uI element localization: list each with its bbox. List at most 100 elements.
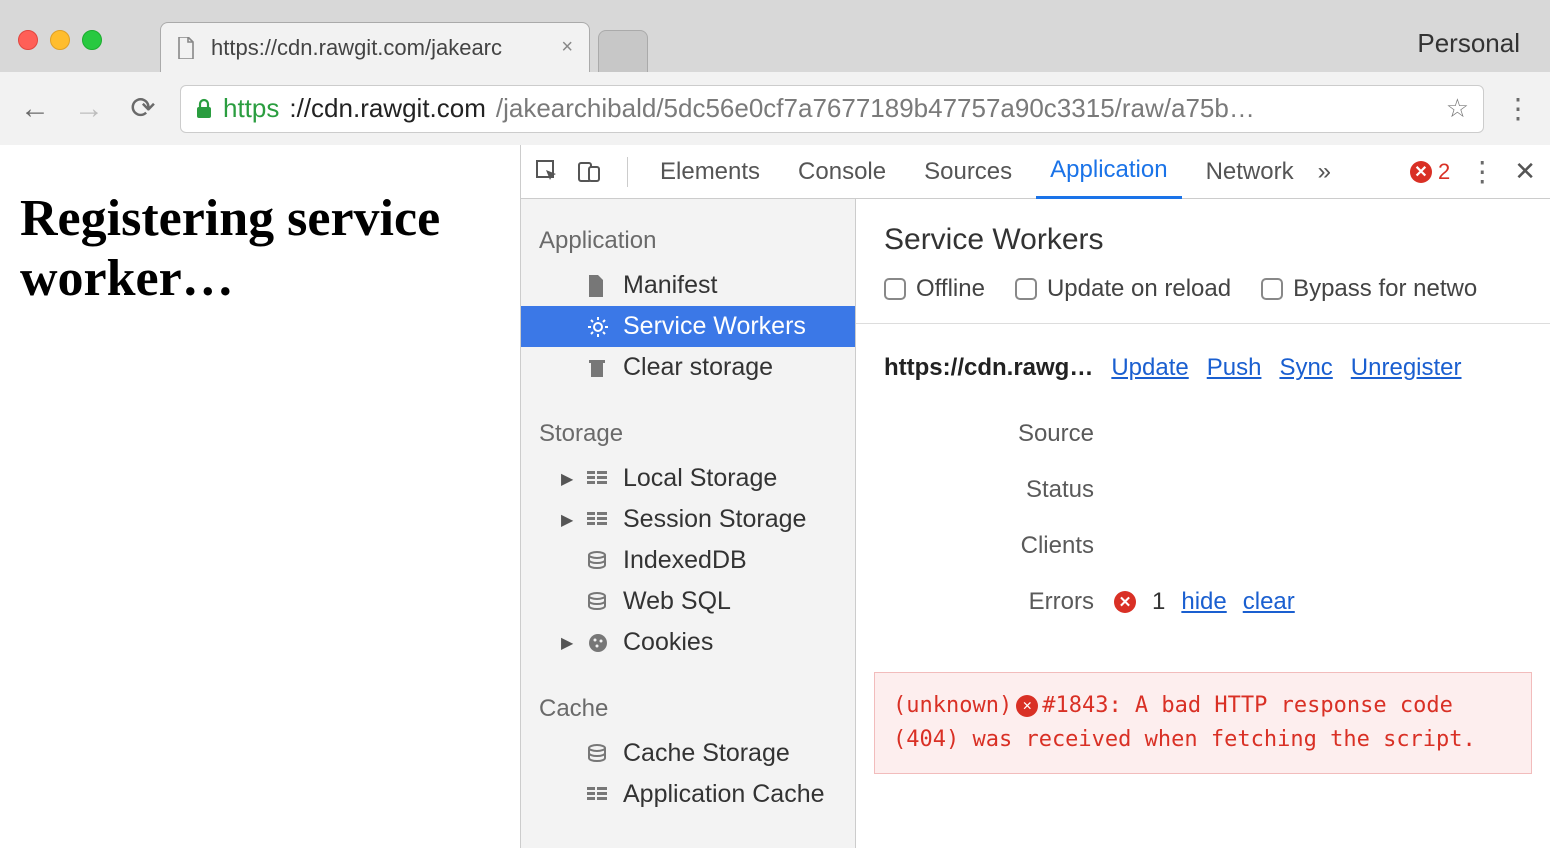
errors-count: 1 [1152,588,1165,616]
tab-application[interactable]: Application [1036,145,1181,199]
sidebar-item-indexeddb[interactable]: IndexedDB [521,540,855,581]
sidebar-item-cache-storage[interactable]: Cache Storage [521,733,855,774]
error-icon: ✕ [1016,695,1038,717]
sidebar-item-clear-storage[interactable]: Clear storage [521,347,855,388]
cookie-icon [587,632,611,654]
back-button[interactable]: ← [18,92,52,126]
content-area: Registering service worker… Elements Con… [0,145,1550,848]
hide-errors-link[interactable]: hide [1181,588,1226,616]
update-on-reload-checkbox[interactable]: Update on reload [1015,275,1231,303]
clients-row: Clients [884,518,1522,574]
sidebar-item-local-storage[interactable]: ▶ Local Storage [521,458,855,499]
tab-title: https://cdn.rawgit.com/jakearc [211,35,502,61]
tab-console[interactable]: Console [784,145,900,199]
minimize-window-button[interactable] [50,30,70,50]
forward-button[interactable]: → [72,92,106,126]
grid-icon [587,787,611,803]
tab-strip: https://cdn.rawgit.com/jakearc × Persona… [0,0,1550,72]
sidebar-item-label: Cache Storage [623,739,790,768]
sw-origin: https://cdn.rawg… [884,354,1093,382]
chevron-right-icon: ▶ [561,510,575,530]
update-link[interactable]: Update [1111,354,1188,382]
new-tab-button[interactable] [598,30,648,72]
clear-errors-link[interactable]: clear [1243,588,1295,616]
maximize-window-button[interactable] [82,30,102,50]
error-icon: ✕ [1114,591,1136,613]
sync-link[interactable]: Sync [1279,354,1332,382]
sidebar-item-label: Web SQL [623,587,731,616]
sidebar-item-service-workers[interactable]: Service Workers [521,306,855,347]
offline-checkbox[interactable]: Offline [884,275,985,303]
sidebar-item-label: Cookies [623,628,713,657]
close-window-button[interactable] [18,30,38,50]
error-indicator[interactable]: ✕ 2 [1410,159,1450,185]
sidebar-item-application-cache[interactable]: Application Cache [521,774,855,815]
bookmark-button[interactable]: ☆ [1446,93,1469,124]
window-controls [18,30,102,50]
devtools-close-button[interactable]: ✕ [1514,156,1536,187]
database-icon [587,744,611,764]
bypass-for-network-checkbox[interactable]: Bypass for netwo [1261,275,1477,303]
browser-toolbar: ← → ⟳ https ://cdn.rawgit.com/jakearchiba… [0,72,1550,145]
devtools-body: Application Manifest Service Workers Cle… [521,199,1550,848]
gear-icon [587,316,611,338]
devtools-tabbar: Elements Console Sources Application Net… [521,145,1550,199]
sidebar-item-websql[interactable]: Web SQL [521,581,855,622]
error-icon: ✕ [1410,161,1432,183]
reload-button[interactable]: ⟳ [126,91,160,126]
tab-sources[interactable]: Sources [910,145,1026,199]
sidebar-item-label: Clear storage [623,353,773,382]
status-row: Status [884,462,1522,518]
grid-icon [587,512,611,528]
sidebar-item-manifest[interactable]: Manifest [521,265,855,306]
trash-icon [587,357,611,379]
unregister-link[interactable]: Unregister [1351,354,1462,382]
lock-icon [195,98,213,120]
close-tab-button[interactable]: × [561,36,573,59]
sidebar-section-storage: Storage [521,410,855,458]
chevron-right-icon: ▶ [561,469,575,489]
sidebar-item-label: Local Storage [623,464,777,493]
error-count: 2 [1438,159,1450,185]
sidebar-section-application: Application [521,217,855,265]
tab-network[interactable]: Network [1192,145,1308,199]
device-toolbar-button[interactable] [577,159,609,185]
more-tabs-button[interactable]: » [1318,158,1331,186]
errors-row: Errors ✕ 1 hide clear [884,574,1522,630]
sidebar-item-session-storage[interactable]: ▶ Session Storage [521,499,855,540]
sidebar-item-label: IndexedDB [623,546,747,575]
checkbox-row: Offline Update on reload Bypass for netw… [856,265,1550,324]
sidebar-item-label: Session Storage [623,505,806,534]
devtools-panel: Elements Console Sources Application Net… [520,145,1550,848]
url-host: ://cdn.rawgit.com [289,93,486,124]
section-title: Service Workers [856,199,1550,265]
devtools-menu-button[interactable]: ⋮ [1468,155,1496,188]
address-bar[interactable]: https ://cdn.rawgit.com/jakearchibald/5dc… [180,85,1484,133]
grid-icon [587,471,611,487]
url-path: /jakearchibald/5dc56e0cf7a7677189b47757a… [496,93,1255,124]
inspect-element-button[interactable] [535,159,567,185]
page-viewport: Registering service worker… [0,145,520,848]
devtools-sidebar: Application Manifest Service Workers Cle… [521,199,856,848]
sidebar-section-cache: Cache [521,685,855,733]
browser-tab[interactable]: https://cdn.rawgit.com/jakearc × [160,22,590,72]
file-icon [587,275,611,297]
file-icon [177,37,201,59]
error-log-entry: (unknown)✕#1843: A bad HTTP response cod… [874,672,1532,774]
source-row: Source [884,406,1522,462]
sidebar-item-cookies[interactable]: ▶ Cookies [521,622,855,663]
browser-chrome: https://cdn.rawgit.com/jakearc × Persona… [0,0,1550,145]
error-source: (unknown) [893,693,1012,718]
database-icon [587,592,611,612]
profile-label[interactable]: Personal [1417,28,1520,59]
page-heading: Registering service worker… [20,189,500,309]
database-icon [587,551,611,571]
browser-menu-button[interactable]: ⋮ [1504,92,1532,125]
url-scheme: https [223,93,279,124]
sidebar-item-label: Manifest [623,271,717,300]
sidebar-item-label: Application Cache [623,780,825,809]
push-link[interactable]: Push [1207,354,1262,382]
tab-elements[interactable]: Elements [646,145,774,199]
divider [627,157,628,187]
chevron-right-icon: ▶ [561,633,575,653]
